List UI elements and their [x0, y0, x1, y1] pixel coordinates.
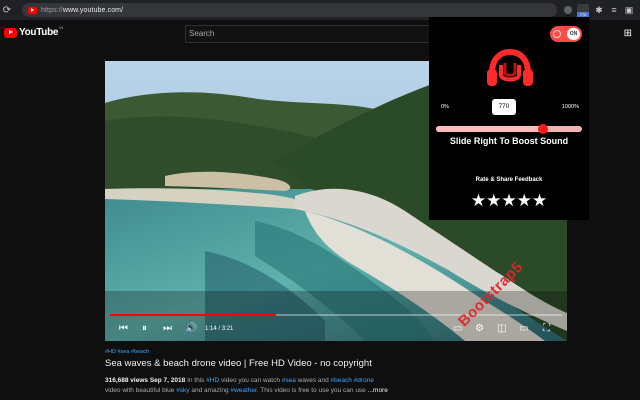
toggle-label: ON — [567, 28, 580, 40]
search-placeholder: Search — [189, 29, 215, 38]
pause-icon[interactable]: ⏸ — [142, 323, 147, 334]
youtube-logo[interactable]: YouTube IN — [4, 25, 63, 38]
star-icon[interactable]: ★ — [517, 192, 532, 210]
video-hashtags[interactable]: #HD #sea #beach — [105, 349, 149, 355]
star-icon[interactable]: ★ — [486, 192, 501, 210]
sound-booster-extension-icon[interactable]: 770 — [577, 4, 589, 17]
next-icon[interactable]: ⏭ — [163, 323, 172, 334]
feedback-label: Rate & Share Feedback — [475, 177, 543, 183]
miniplayer-icon[interactable]: ◫ — [497, 323, 506, 334]
rating-stars: ★ ★ ★ ★ ★ — [429, 192, 589, 210]
boost-range-row: 0% 770 1000% — [429, 99, 589, 115]
reload-icon[interactable]: ⟳ — [0, 5, 14, 16]
star-icon[interactable]: ★ — [471, 192, 486, 210]
side-panel-icon[interactable]: ▣ — [624, 5, 634, 16]
video-description: video with beautiful blue #sky and amazi… — [105, 387, 388, 394]
volume-icon[interactable]: 🔊 — [185, 323, 197, 334]
video-meta-line: 316,688 views Sep 7, 2018 In this #HD vi… — [105, 377, 374, 384]
boost-instruction: Slide Right To Boost Sound — [449, 136, 569, 146]
headphones-logo-icon — [484, 48, 536, 89]
boost-value: 770 — [492, 99, 516, 115]
address-bar[interactable]: https://www.youtube.com/ — [22, 3, 557, 17]
star-icon[interactable]: ★ — [532, 192, 547, 210]
boost-slider[interactable] — [436, 124, 582, 134]
search-input[interactable]: Search — [185, 25, 430, 43]
boost-slider-fill — [436, 126, 543, 132]
more-link[interactable]: ...more — [368, 387, 388, 394]
settings-gear-icon[interactable]: ⚙ — [475, 323, 484, 334]
theater-mode-icon[interactable]: ▭ — [519, 323, 528, 334]
puzzle-icon[interactable]: ✱ — [594, 5, 604, 16]
fullscreen-icon[interactable]: ⛶ — [543, 323, 550, 334]
range-max-label: 1000% — [561, 104, 579, 110]
progress-bar-fill — [110, 314, 277, 316]
player-controls: ⏮ ⏸ ⏭ 🔊 1:14 / 3:21 ▭ ⚙ ◫ ▭ ⛶ — [105, 319, 567, 341]
progress-bar[interactable] — [110, 314, 562, 316]
time-display: 1:14 / 3:21 — [205, 326, 234, 332]
youtube-play-icon — [4, 27, 17, 38]
reading-list-icon[interactable]: ≡ — [609, 5, 619, 15]
url-text[interactable]: https://www.youtube.com/ — [41, 7, 123, 14]
create-video-icon[interactable]: ⊞ — [624, 28, 632, 39]
youtube-favicon-icon — [28, 6, 37, 14]
star-icon[interactable]: ★ — [501, 192, 516, 210]
power-toggle[interactable]: ON — [550, 26, 582, 42]
page: ⟳ https://www.youtube.com/ 770 ✱ ≡ ▣ You… — [0, 0, 640, 400]
range-min-label: 0% — [441, 104, 449, 110]
video-title: Sea waves & beach drone video | Free HD … — [105, 358, 372, 369]
previous-icon[interactable]: ⏮ — [119, 323, 128, 334]
boost-slider-thumb[interactable] — [537, 124, 548, 134]
sound-booster-popup: ON 0% 770 1000% Slide Right To Boost Sou… — [429, 17, 589, 220]
toggle-indicator-icon — [553, 30, 561, 38]
profile-dot-icon[interactable] — [564, 6, 572, 14]
